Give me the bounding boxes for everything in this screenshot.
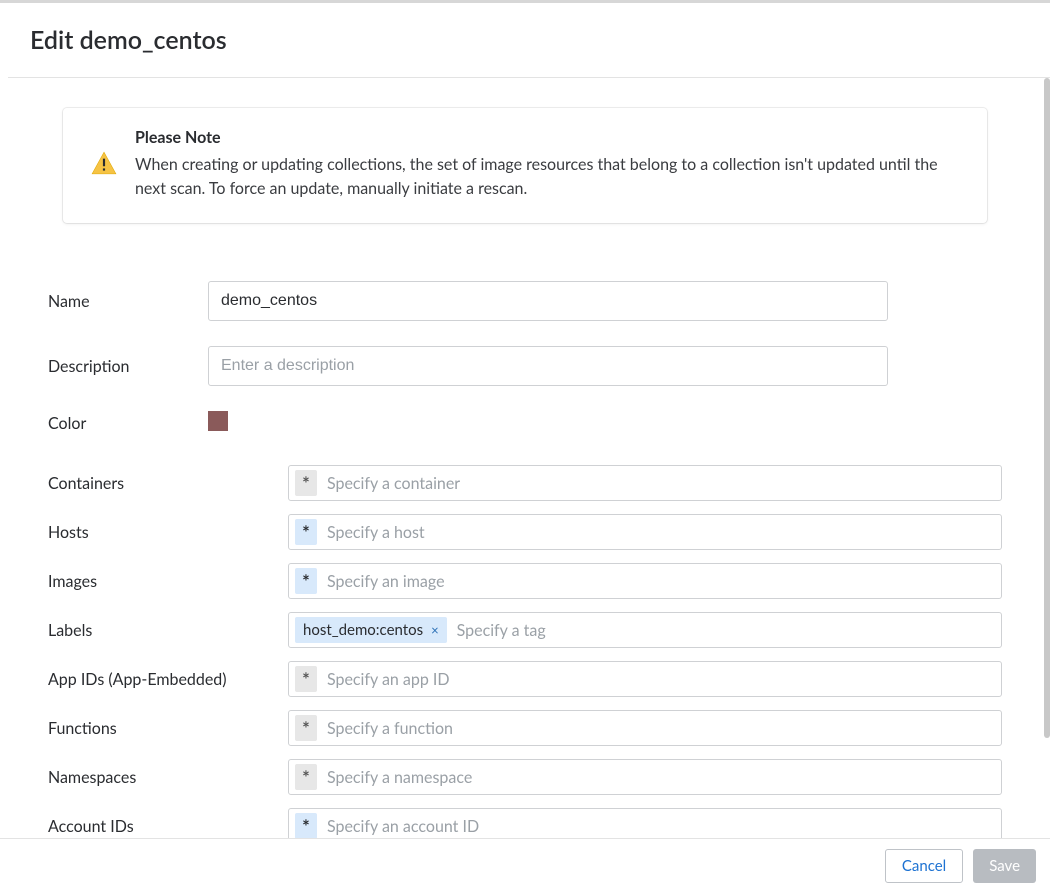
save-button[interactable]: Save — [973, 849, 1036, 883]
cancel-button[interactable]: Cancel — [885, 849, 963, 883]
images-placeholder: Specify an image — [325, 572, 445, 591]
name-input[interactable] — [208, 281, 888, 321]
functions-wildcard-chip[interactable]: * — [295, 715, 317, 741]
label-color: Color — [48, 414, 208, 433]
footer: Cancel Save — [0, 838, 1050, 893]
label-hosts: Hosts — [48, 523, 288, 542]
color-swatch[interactable] — [208, 411, 228, 431]
containers-wildcard-chip[interactable]: * — [295, 470, 317, 496]
hosts-wildcard-chip[interactable]: * — [295, 519, 317, 545]
account_ids-wildcard-chip[interactable]: * — [295, 813, 317, 838]
scrollbar-track[interactable] — [1044, 78, 1050, 838]
labels-tag-chip[interactable]: host_demo:centos× — [295, 617, 447, 643]
info-note-card: Please Note When creating or updating co… — [63, 108, 987, 223]
scrollbar-thumb[interactable] — [1044, 78, 1050, 738]
row-account_ids: Account IDs * Specify an account ID — [48, 808, 1002, 838]
note-title: Please Note — [135, 128, 959, 147]
description-input[interactable] — [208, 346, 888, 386]
images-input[interactable]: * Specify an image — [288, 563, 1002, 599]
labels-tag-label: host_demo:centos — [303, 617, 423, 643]
functions-input[interactable]: * Specify a function — [288, 710, 1002, 746]
tag-rows: Containers * Specify a container Hosts * Spec… — [48, 465, 1002, 838]
containers-placeholder: Specify a container — [325, 474, 460, 493]
warning-icon — [91, 150, 119, 178]
label-description: Description — [48, 357, 208, 376]
row-functions: Functions * Specify a function — [48, 710, 1002, 746]
label-containers: Containers — [48, 474, 288, 493]
row-namespaces: Namespaces * Specify a namespace — [48, 759, 1002, 795]
row-description: Description — [48, 346, 1002, 386]
row-images: Images * Specify an image — [48, 563, 1002, 599]
row-hosts: Hosts * Specify a host — [48, 514, 1002, 550]
account_ids-input[interactable]: * Specify an account ID — [288, 808, 1002, 838]
hosts-input[interactable]: * Specify a host — [288, 514, 1002, 550]
app_ids-input[interactable]: * Specify an app ID — [288, 661, 1002, 697]
namespaces-input[interactable]: * Specify a namespace — [288, 759, 1002, 795]
page-title: Edit demo_centos — [30, 25, 227, 55]
account_ids-placeholder: Specify an account ID — [325, 817, 479, 836]
images-wildcard-chip[interactable]: * — [295, 568, 317, 594]
remove-tag-icon[interactable]: × — [429, 617, 439, 643]
edit-collection-modal: Edit demo_centos Please Note When creati… — [0, 0, 1050, 893]
namespaces-placeholder: Specify a namespace — [325, 768, 472, 787]
label-functions: Functions — [48, 719, 288, 738]
form-scroll-area: Please Note When creating or updating co… — [8, 78, 1042, 838]
row-name: Name — [48, 281, 1002, 321]
labels-placeholder: Specify a tag — [455, 621, 546, 640]
row-app_ids: App IDs (App-Embedded) * Specify an app ID — [48, 661, 1002, 697]
label-name: Name — [48, 292, 208, 311]
label-app_ids: App IDs (App-Embedded) — [48, 670, 288, 689]
app_ids-placeholder: Specify an app ID — [325, 670, 450, 689]
hosts-placeholder: Specify a host — [325, 523, 425, 542]
labels-input[interactable]: host_demo:centos× Specify a tag — [288, 612, 1002, 648]
app_ids-wildcard-chip[interactable]: * — [295, 666, 317, 692]
row-labels: Labels host_demo:centos× Specify a tag — [48, 612, 1002, 648]
label-account_ids: Account IDs — [48, 817, 288, 836]
namespaces-wildcard-chip[interactable]: * — [295, 764, 317, 790]
label-labels: Labels — [48, 621, 288, 640]
row-containers: Containers * Specify a container — [48, 465, 1002, 501]
label-images: Images — [48, 572, 288, 591]
label-namespaces: Namespaces — [48, 768, 288, 787]
row-color: Color — [48, 411, 1002, 435]
note-body: When creating or updating collections, t… — [135, 153, 959, 201]
functions-placeholder: Specify a function — [325, 719, 453, 738]
containers-input[interactable]: * Specify a container — [288, 465, 1002, 501]
top-shadow — [0, 0, 1050, 3]
